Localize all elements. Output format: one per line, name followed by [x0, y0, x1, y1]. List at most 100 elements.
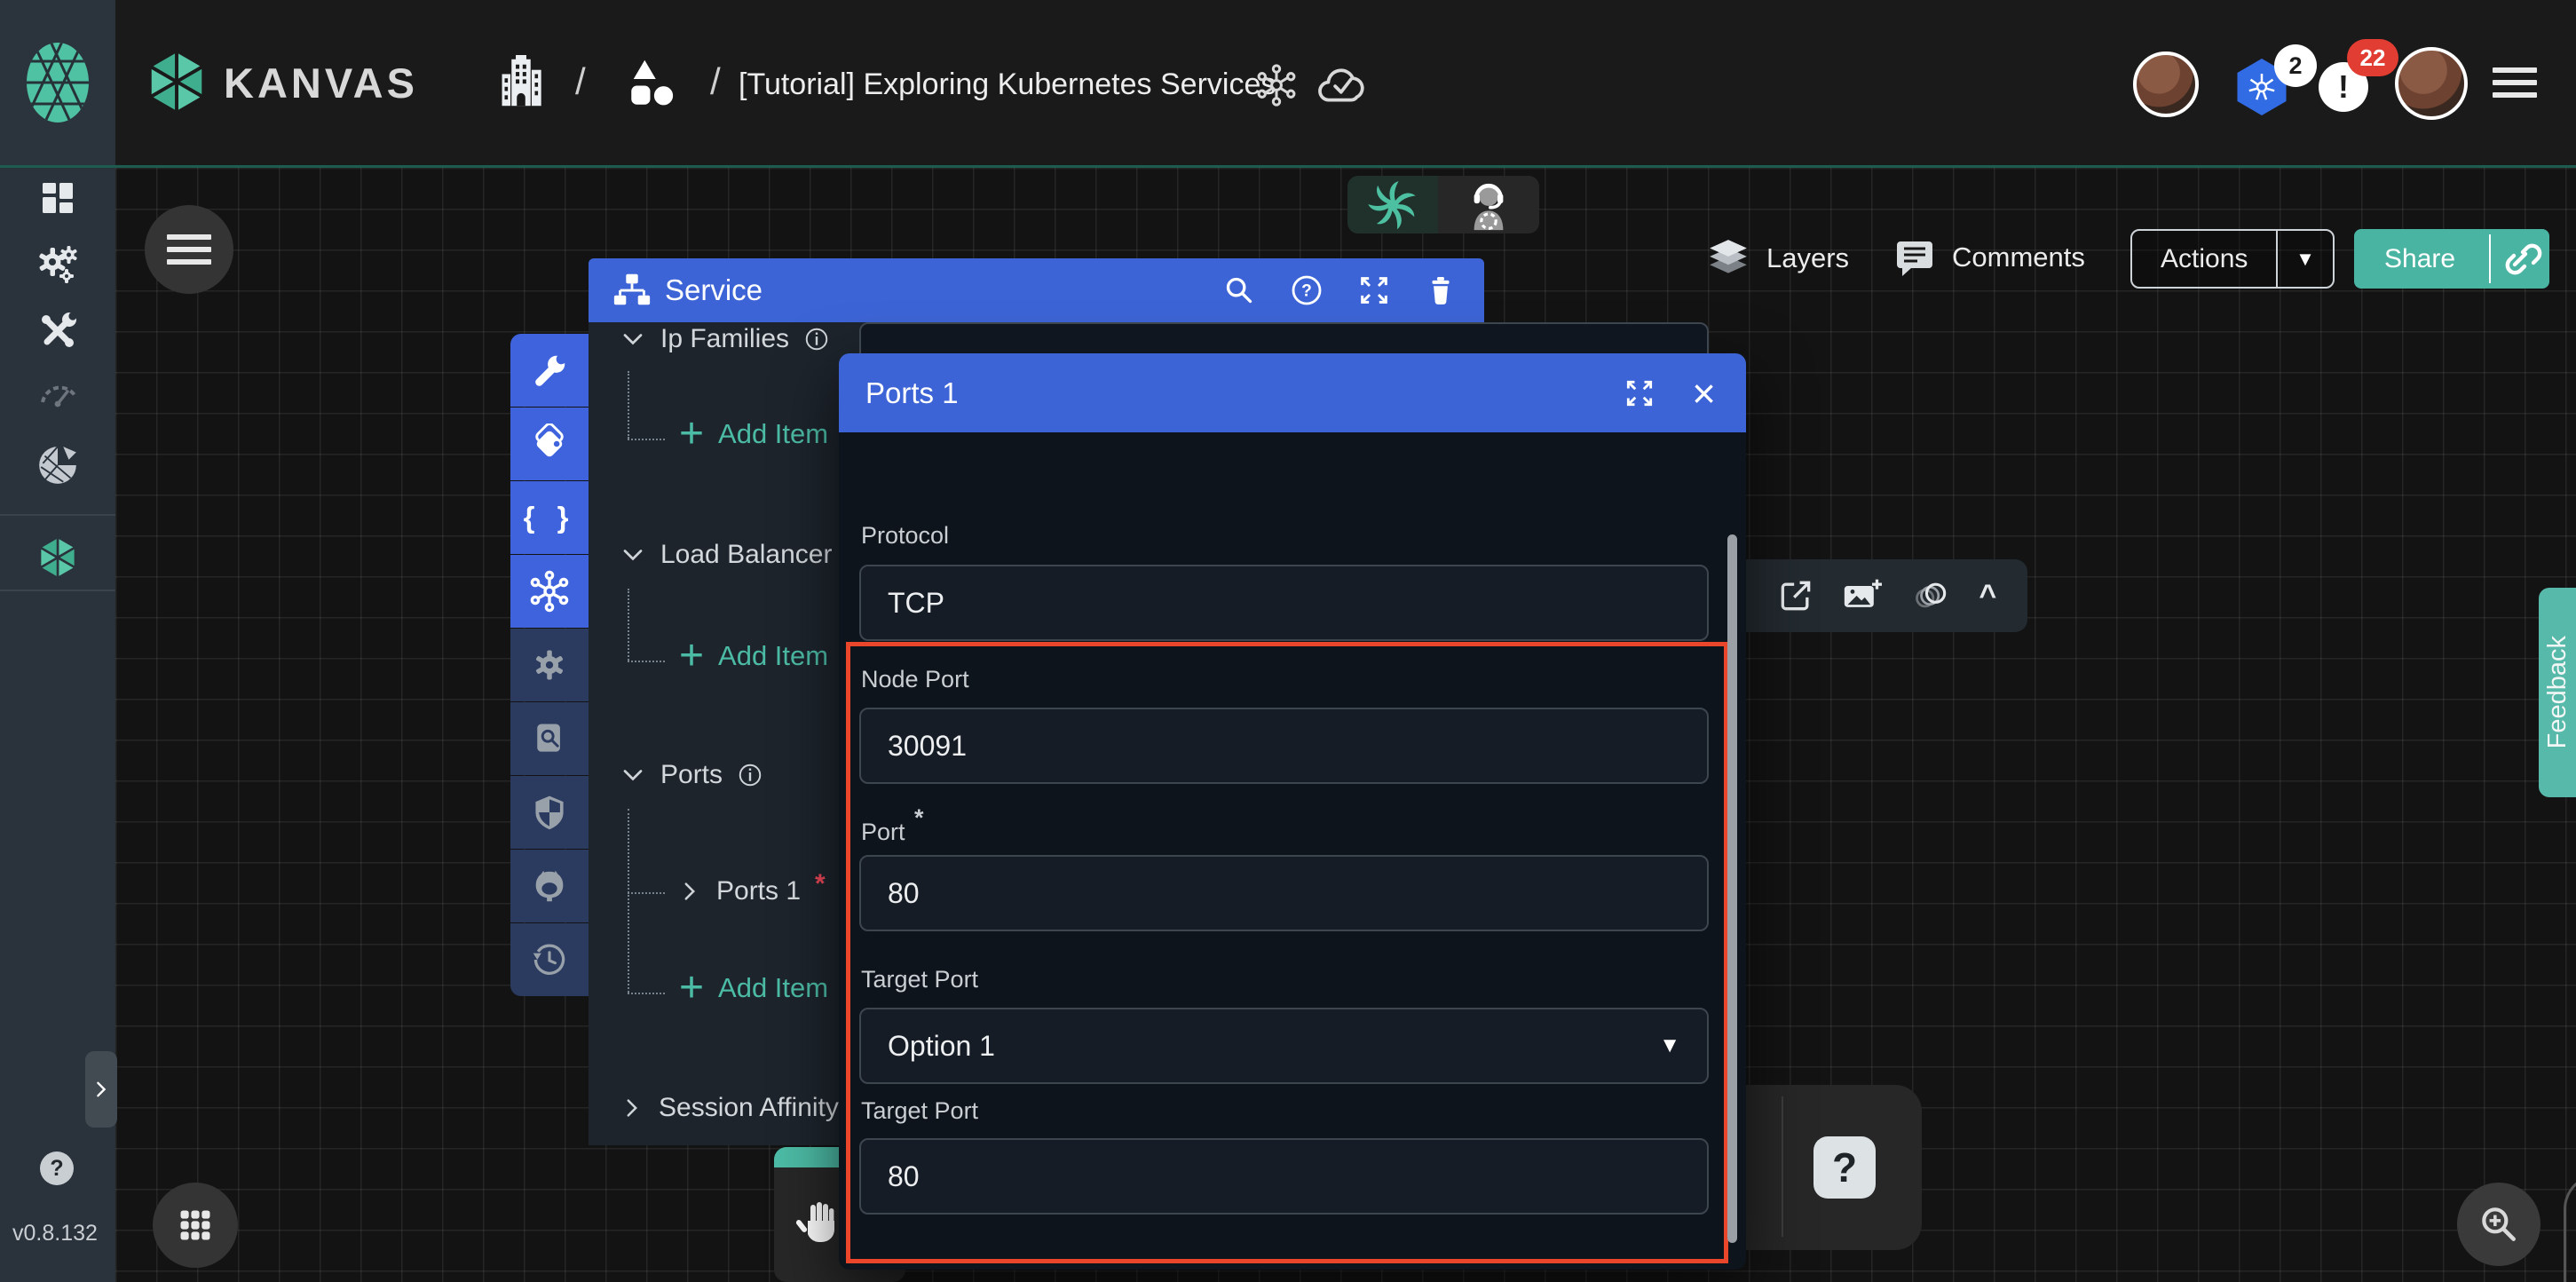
tools-icon — [36, 310, 79, 352]
expand-icon[interactable] — [1356, 273, 1392, 308]
sidebar-help-button[interactable]: ? — [40, 1151, 74, 1185]
mosaic-pie-icon — [36, 443, 80, 487]
service-panel-header[interactable]: Service ? — [589, 258, 1484, 322]
ports-dialog-header[interactable]: Ports 1 × — [839, 353, 1746, 432]
configure-tool-button[interactable] — [510, 334, 589, 407]
trash-icon[interactable] — [1424, 273, 1458, 308]
user-avatar[interactable] — [2395, 47, 2468, 120]
tree-connector — [628, 809, 629, 993]
organization-icon[interactable] — [495, 55, 547, 110]
add-item-load-balancer[interactable]: + Add Item — [679, 640, 828, 672]
help-icon[interactable]: ? — [1289, 273, 1324, 308]
breadcrumb-separator: / — [575, 60, 586, 103]
protocol-input[interactable] — [859, 565, 1709, 641]
protocol-label: Protocol — [861, 522, 949, 550]
sidebar-item-kanvas[interactable] — [35, 534, 81, 582]
building-icon — [495, 55, 547, 110]
dialog-scrollbar[interactable] — [1727, 534, 1737, 1243]
node-port-input[interactable] — [859, 708, 1709, 784]
row-ports-1[interactable]: Ports 1 * — [677, 876, 866, 906]
collapse-toolbar-button[interactable]: ^ — [1979, 581, 1996, 611]
settings-tool-button[interactable] — [510, 629, 589, 701]
support-agent-button[interactable] — [1438, 176, 1539, 233]
json-tool-button[interactable]: { } — [510, 481, 589, 554]
design-title[interactable]: [Tutorial] Exploring Kubernetes Services — [739, 67, 1276, 102]
target-port-input[interactable] — [859, 1138, 1709, 1215]
sidebar-item-dashboard[interactable] — [36, 177, 79, 219]
breadcrumb-separator: / — [710, 60, 721, 103]
canvas-menu-button[interactable] — [145, 205, 233, 294]
sidebar-item-performance[interactable] — [36, 372, 80, 411]
required-marker: * — [815, 869, 826, 899]
panel-title: Service — [665, 273, 763, 307]
layers-button[interactable]: Layers — [1706, 236, 1849, 281]
exclamation-icon: ! — [2338, 68, 2349, 106]
section-ports[interactable]: Ports — [620, 760, 763, 790]
share-button[interactable]: Share — [2354, 229, 2549, 289]
tree-connector — [628, 993, 665, 994]
shapes-dock-button[interactable] — [153, 1183, 238, 1268]
kanvas-hexagon-icon — [142, 44, 211, 119]
hamburger-icon — [167, 227, 211, 272]
chevron-down-icon — [620, 762, 646, 788]
sidebar-item-meshery[interactable] — [36, 443, 80, 487]
relationships-tool-button[interactable] — [510, 555, 589, 628]
caret-down-icon[interactable]: ▼ — [2278, 248, 2333, 271]
add-item-ports[interactable]: + Add Item — [679, 972, 828, 1004]
info-icon[interactable] — [803, 326, 830, 352]
history-tool-button[interactable] — [510, 923, 589, 996]
header-menu-button[interactable] — [2493, 60, 2537, 105]
node-port-label: Node Port — [861, 666, 969, 693]
cloud-save-status[interactable] — [1316, 62, 1371, 108]
cloud-check-icon — [1316, 62, 1371, 108]
label-tool-button[interactable] — [510, 408, 589, 480]
hub-icon — [528, 570, 571, 613]
feedback-tab[interactable]: Feedback — [2539, 588, 2576, 797]
collaborator-avatar[interactable] — [2133, 51, 2199, 117]
workspace-icon[interactable] — [626, 57, 679, 110]
plus-icon: + — [679, 421, 704, 447]
target-port-select[interactable]: Option 1 ▼ — [859, 1008, 1709, 1084]
sidebar-expand-button[interactable] — [85, 1051, 117, 1128]
doc-search-icon — [530, 719, 569, 758]
link-icon[interactable] — [2491, 241, 2549, 277]
port-input[interactable] — [859, 855, 1709, 931]
sidebar-item-lifecycle[interactable] — [35, 241, 81, 287]
add-item-ip-families[interactable]: + Add Item — [679, 418, 828, 450]
brand-name: KANVAS — [224, 59, 418, 107]
search-icon[interactable] — [1221, 273, 1257, 308]
app-version: v0.8.132 — [12, 1221, 98, 1246]
divider — [0, 514, 115, 516]
design-relationships-icon[interactable] — [1253, 62, 1300, 108]
port-label: Port — [861, 819, 905, 846]
kanvas-logo[interactable] — [142, 44, 211, 119]
policy-tool-button[interactable] — [510, 776, 589, 849]
k8s-count-badge[interactable]: 2 — [2274, 44, 2317, 87]
inspect-tool-button[interactable] — [510, 702, 589, 775]
close-icon[interactable]: × — [1692, 373, 1716, 414]
info-icon[interactable] — [737, 762, 763, 788]
comments-button[interactable]: Comments — [1893, 236, 2085, 279]
hub-icon — [1253, 62, 1300, 108]
sidebar-item-toolkit[interactable] — [36, 310, 79, 352]
zoom-button[interactable] — [2457, 1183, 2540, 1266]
hand-icon — [795, 1198, 845, 1247]
collaborator-toolbar — [1347, 176, 1539, 233]
ai-assistant-button[interactable] — [1347, 176, 1438, 233]
kanvas-app: { } — [0, 0, 2576, 1282]
gauge-icon — [36, 372, 80, 411]
help-question-button[interactable]: ? — [1813, 1136, 1876, 1199]
shapes-icon — [626, 57, 679, 110]
section-ip-families[interactable]: Ip Families — [620, 324, 830, 354]
ports-dialog: Ports 1 × Protocol Node Port Port * Targ… — [839, 353, 1746, 1270]
add-image-icon[interactable] — [1841, 576, 1884, 615]
help-card: ? — [1740, 1085, 1922, 1250]
org-logo-button[interactable] — [0, 0, 115, 165]
external-link-icon[interactable] — [1776, 576, 1815, 615]
dialog-title: Ports 1 — [865, 376, 959, 410]
actions-button[interactable]: Actions ▼ — [2130, 229, 2335, 289]
headset-person-icon — [1463, 178, 1514, 232]
motion-preview-icon[interactable] — [1910, 576, 1953, 615]
expand-icon[interactable] — [1623, 376, 1656, 410]
github-tool-button[interactable] — [510, 850, 589, 922]
